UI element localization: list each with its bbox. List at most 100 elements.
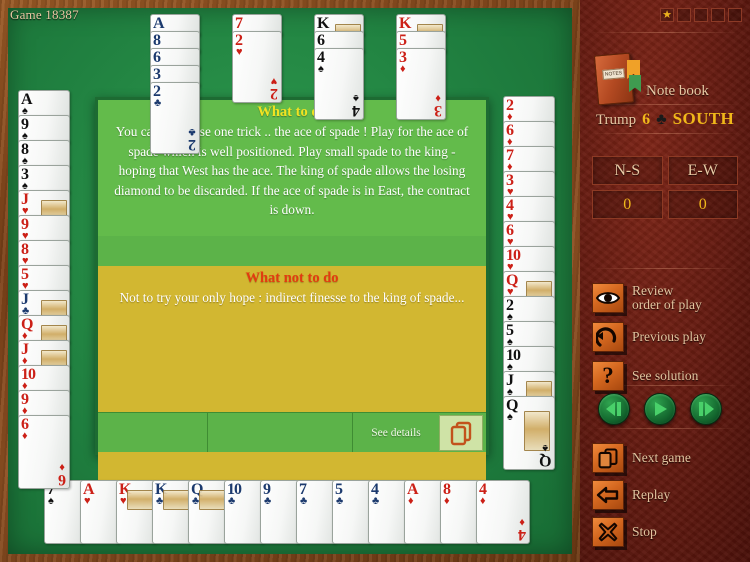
score-value-ns: 0 <box>592 190 663 219</box>
next-game-button-face <box>592 443 624 473</box>
trump-level: 6 <box>642 111 651 128</box>
question-mark-icon: ? <box>602 363 614 388</box>
cards-icon <box>598 448 618 469</box>
card-2-♣[interactable]: 2 ♣ ♣ 2 <box>150 82 200 154</box>
card-corner: ♦ 6 <box>58 461 66 488</box>
card-A-♦[interactable]: A ♦ <box>404 480 444 544</box>
playback-nav <box>598 393 722 425</box>
undo-button-face <box>592 322 624 352</box>
card-10-♣[interactable]: 10 ♣ <box>224 480 264 544</box>
card-rank: 6 <box>153 49 161 66</box>
bookmark-green-icon <box>629 75 641 92</box>
score-value-ns-label: 0 <box>623 195 632 213</box>
card-suit-icon: ♣ <box>154 97 162 109</box>
difficulty-stars: ★ <box>660 8 742 22</box>
cards-icon <box>450 421 472 445</box>
review-order-of-play-label: Review order of play <box>632 284 702 312</box>
card-suit-icon: ♠ <box>318 63 324 75</box>
play-icon <box>655 402 667 416</box>
card-suit-icon: ♣ <box>336 495 344 507</box>
card-Q-♣[interactable]: Q ♣ <box>188 480 228 544</box>
skip-next-icon <box>699 402 714 416</box>
stop-button[interactable]: Stop <box>592 515 750 549</box>
next-game-button[interactable]: Next game <box>592 441 750 475</box>
skip-previous-icon <box>606 402 621 416</box>
score-header-ns-label: N-S <box>614 161 641 179</box>
play-button[interactable] <box>644 393 676 425</box>
card-3-♦[interactable]: 3 ♦ ♦ 3 <box>396 48 446 120</box>
difficulty-star-2 <box>677 8 691 22</box>
score-table: N-S E-W 0 0 <box>592 156 738 219</box>
card-face-art <box>199 490 225 510</box>
see-solution-label: See solution <box>632 368 699 383</box>
card-rank: K <box>317 15 330 32</box>
score-header-ew-label: E-W <box>687 161 718 179</box>
card-corner: ♦ 4 <box>518 516 526 543</box>
panel-divider-6 <box>590 428 740 429</box>
replay-button[interactable]: Replay <box>592 478 750 512</box>
score-value-ew: 0 <box>667 190 738 219</box>
what-not-to-do-section: What not to do Not to try your only hope… <box>98 266 486 511</box>
difficulty-star-4 <box>711 8 725 22</box>
difficulty-star-1: ★ <box>660 8 674 22</box>
declarer-label: SOUTH <box>672 109 735 128</box>
notebook-icon[interactable]: NOTES <box>593 52 641 106</box>
card-suit-icon: ♣ <box>264 495 272 507</box>
card-suit-icon: ♦ <box>444 495 450 507</box>
score-header-ew: E-W <box>667 156 738 185</box>
card-suit-icon: ♦ <box>408 495 414 507</box>
difficulty-star-5 <box>728 8 742 22</box>
next-game-label: Next game <box>632 450 691 465</box>
question-button-face: ? <box>592 361 624 391</box>
card-7-♣[interactable]: 7 ♣ <box>296 480 336 544</box>
card-K-♥[interactable]: K ♥ <box>116 480 156 544</box>
panel-divider-4 <box>590 268 740 269</box>
card-4-♣[interactable]: 4 ♣ <box>368 480 408 544</box>
review-line1: Review <box>632 283 674 298</box>
card-suit-icon: ♦ <box>480 495 486 507</box>
review-order-of-play-button[interactable]: Review order of play <box>592 281 750 315</box>
card-6-♦[interactable]: 6 ♦ ♦ 6 <box>18 415 70 489</box>
previous-play-button[interactable]: Previous play <box>592 320 750 354</box>
undo-arrow-icon <box>596 327 617 347</box>
trump-word: Trump <box>595 112 637 128</box>
card-face-art <box>127 490 153 510</box>
card-corner: ♦ 3 <box>434 92 442 119</box>
skip-previous-button[interactable] <box>598 393 630 425</box>
card-8-♦[interactable]: 8 ♦ <box>440 480 480 544</box>
trump-suit-icon: ♣ <box>656 111 667 128</box>
eye-button-face <box>592 283 624 313</box>
card-suit-icon: ♣ <box>300 495 308 507</box>
notebook-label[interactable]: Note book <box>646 83 709 100</box>
card-suit-icon: ♥ <box>120 495 127 507</box>
card-7-♠[interactable]: 7 ♠ <box>44 480 84 544</box>
score-value-ew-label: 0 <box>698 195 707 213</box>
card-Q-♠[interactable]: Q ♠ ♠ Q <box>503 396 555 470</box>
card-rank: 5 <box>399 32 407 49</box>
replay-label: Replay <box>632 487 671 502</box>
see-solution-button[interactable]: ? See solution <box>592 359 750 393</box>
card-2-♥[interactable]: 2 ♥ ♥ 2 <box>232 31 282 103</box>
see-details-button[interactable] <box>439 414 483 451</box>
panel-divider-3 <box>590 133 740 134</box>
skip-next-button[interactable] <box>690 393 722 425</box>
card-A-♥[interactable]: A ♥ <box>80 480 120 544</box>
card-rank: 7 <box>235 15 243 32</box>
card-4-♠[interactable]: 4 ♠ ♠ 4 <box>314 48 364 120</box>
card-suit-icon: ♦ <box>400 63 406 75</box>
card-rank: 8 <box>153 32 161 49</box>
score-header-ns: N-S <box>592 156 663 185</box>
game-number-label: Game 18387 <box>10 7 79 22</box>
card-9-♣[interactable]: 9 ♣ <box>260 480 300 544</box>
card-suit-icon: ♦ <box>22 430 28 442</box>
card-4-♦[interactable]: 4 ♦ ♦ 4 <box>476 480 530 544</box>
card-5-♣[interactable]: 5 ♣ <box>332 480 372 544</box>
see-details-label[interactable]: See details <box>353 427 439 439</box>
footer-spacer-left <box>98 413 208 452</box>
stop-button-face <box>592 517 624 547</box>
card-K-♣[interactable]: K ♣ <box>152 480 192 544</box>
card-suit-icon: ♥ <box>84 495 91 507</box>
cross-icon <box>598 522 618 542</box>
panel-divider-1 <box>590 32 740 33</box>
previous-play-label: Previous play <box>632 329 706 344</box>
